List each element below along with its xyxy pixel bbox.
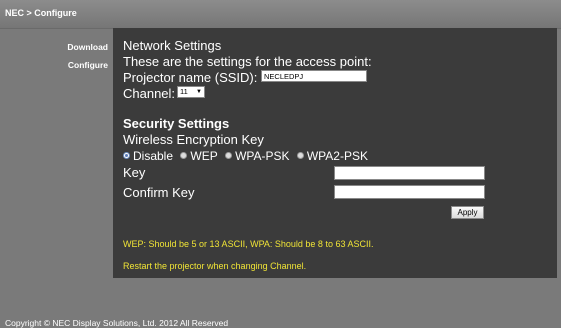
encryption-option-disable[interactable]: Disable <box>123 149 173 163</box>
encryption-option-label: Disable <box>133 149 174 163</box>
encryption-key-label: Wireless Encryption Key <box>123 132 264 147</box>
confirm-key-input[interactable] <box>334 185 485 199</box>
key-label: Key <box>123 165 146 180</box>
radio-icon[interactable] <box>296 152 304 159</box>
radio-checked-icon[interactable] <box>123 152 130 159</box>
network-settings-description: These are the settings for the access po… <box>123 54 372 69</box>
ssid-input[interactable] <box>261 70 367 82</box>
encryption-option-label: WPA-PSK <box>235 149 290 163</box>
encryption-option-wpa2-psk[interactable]: WPA2-PSK <box>296 149 368 163</box>
encryption-option-wpa-psk[interactable]: WPA-PSK <box>225 149 290 163</box>
key-length-note: WEP: Should be 5 or 13 ASCII, WPA: Shoul… <box>123 239 374 249</box>
sidebar-item-configure[interactable]: Configure <box>0 60 108 70</box>
chevron-down-icon: ▼ <box>196 89 202 95</box>
channel-value: 11 <box>180 87 188 96</box>
breadcrumb: NEC > Configure <box>5 8 77 18</box>
sidebar-nav: Download Configure <box>0 42 108 78</box>
sidebar-item-download[interactable]: Download <box>0 42 108 52</box>
confirm-key-label: Confirm Key <box>123 185 195 200</box>
copyright-text: Copyright © NEC Display Solutions, Ltd. … <box>5 318 229 328</box>
restart-note: Restart the projector when changing Chan… <box>123 261 307 271</box>
encryption-option-wep[interactable]: WEP <box>180 149 218 163</box>
channel-label: Channel: <box>123 86 176 101</box>
channel-select[interactable]: 11 ▼ <box>177 86 205 98</box>
settings-panel: Network Settings These are the settings … <box>113 28 557 278</box>
security-settings-title: Security Settings <box>123 116 230 131</box>
top-bar: NEC > Configure <box>0 0 561 29</box>
radio-icon[interactable] <box>225 152 233 159</box>
network-settings-title: Network Settings <box>123 38 222 53</box>
radio-icon[interactable] <box>180 152 188 159</box>
encryption-option-label: WPA2-PSK <box>306 149 368 163</box>
key-input[interactable] <box>334 166 485 180</box>
apply-button[interactable]: Apply <box>451 206 484 219</box>
ssid-label: Projector name (SSID): <box>123 70 258 85</box>
encryption-option-label: WEP <box>190 149 218 163</box>
encryption-options: Disable WEP WPA-PSK WPA2-PSK <box>123 149 372 163</box>
